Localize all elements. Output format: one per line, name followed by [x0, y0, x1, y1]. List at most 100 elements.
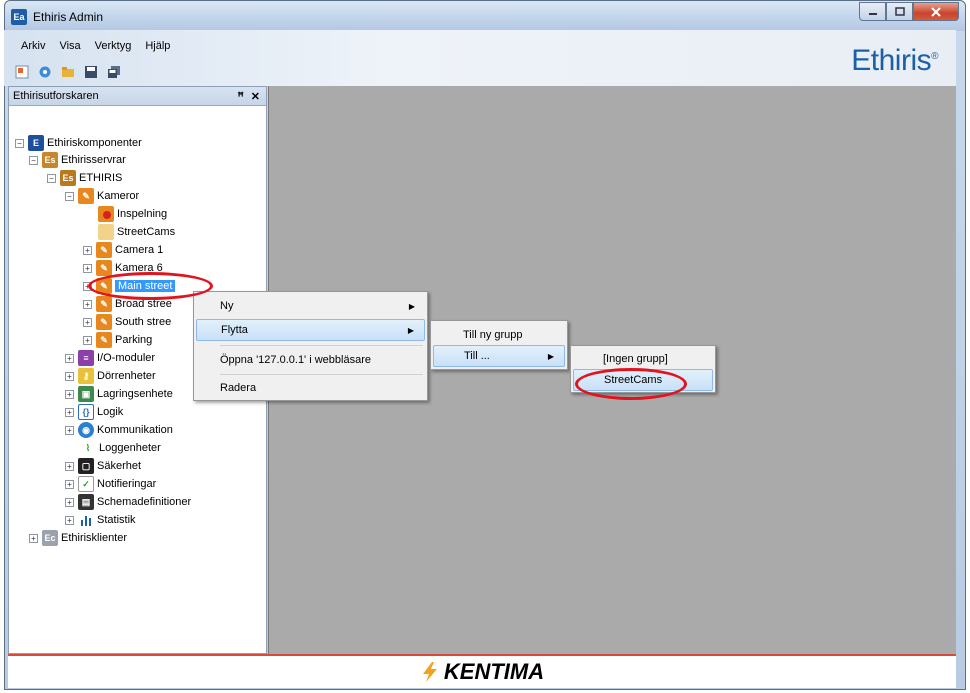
- tree-node-loggenheter[interactable]: ⌇ Loggenheter: [80, 440, 161, 456]
- menu-item-ingen-grupp[interactable]: [Ingen grupp]: [573, 348, 713, 370]
- expand-toggle-icon[interactable]: +: [83, 299, 92, 309]
- camera-icon: ✎: [96, 242, 112, 258]
- tree-node-ethiriskomponenter[interactable]: − E Ethiriskomponenter: [15, 135, 142, 151]
- expand-toggle-icon[interactable]: +: [65, 515, 74, 525]
- tree-node-io-moduler[interactable]: + ≡ I/O-moduler: [65, 350, 155, 366]
- tree-node-dorrenheter[interactable]: + ⚷ Dörrenheter: [65, 368, 156, 384]
- submenu-arrow-icon: ▶: [408, 301, 415, 311]
- storage-icon: ▣: [78, 386, 94, 402]
- expand-toggle-icon[interactable]: +: [65, 371, 74, 381]
- menu-toolbar-band: Arkiv Visa Verktyg Hjälp Ethiris®: [4, 30, 956, 86]
- tree-node-label: Säkerhet: [97, 460, 142, 472]
- pin-icon[interactable]: ꟸ: [237, 90, 243, 103]
- expand-toggle-icon[interactable]: +: [65, 461, 74, 471]
- submenu-arrow-icon: ▶: [407, 325, 414, 335]
- tree-node-lagringsenheter[interactable]: + ▣ Lagringsenhete: [65, 386, 173, 402]
- new-icon[interactable]: [14, 64, 30, 80]
- security-icon: ▢: [78, 458, 94, 474]
- menu-item-flytta[interactable]: Flytta ▶: [196, 319, 425, 341]
- collapse-toggle-icon[interactable]: −: [15, 138, 24, 148]
- camera-folder-icon: ✎: [78, 188, 94, 204]
- maximize-button[interactable]: [886, 2, 913, 21]
- close-button[interactable]: [913, 2, 959, 21]
- tree-node-notifieringar[interactable]: + ✓ Notifieringar: [65, 476, 156, 492]
- menu-item-open-browser[interactable]: Öppna '127.0.0.1' i webbläsare: [196, 349, 425, 371]
- expand-toggle-icon[interactable]: +: [83, 263, 92, 273]
- collapse-toggle-icon[interactable]: −: [29, 155, 38, 165]
- menu-item-label: Flytta: [221, 324, 248, 336]
- tree-node-kommunikation[interactable]: + ◉ Kommunikation: [65, 422, 173, 438]
- expand-toggle-icon[interactable]: +: [83, 335, 92, 345]
- menu-item-label: [Ingen grupp]: [603, 353, 668, 365]
- tree-node-schemadefinitioner[interactable]: + ▤ Schemadefinitioner: [65, 494, 191, 510]
- tree-node-ethiris-server[interactable]: − Es ETHIRIS: [47, 170, 122, 186]
- component-root-icon: E: [28, 135, 44, 151]
- menu-verktyg[interactable]: Verktyg: [88, 38, 139, 54]
- expand-toggle-icon[interactable]: +: [65, 389, 74, 399]
- menu-item-label: Till ...: [464, 350, 490, 362]
- expand-toggle-icon[interactable]: +: [65, 407, 74, 417]
- tree-node-ethirisservrar[interactable]: − Es Ethirisservrar: [29, 152, 126, 168]
- expand-toggle-icon[interactable]: +: [65, 425, 74, 435]
- window-title: Ethiris Admin: [33, 10, 104, 24]
- tree-node-camera-1[interactable]: + ✎ Camera 1: [83, 242, 163, 258]
- menu-bar: Arkiv Visa Verktyg Hjälp: [14, 38, 177, 54]
- tree-node-label: Ethirisservrar: [61, 154, 126, 166]
- panel-close-icon[interactable]: ✕: [251, 90, 260, 103]
- menu-item-till-ny-grupp[interactable]: Till ny grupp: [433, 324, 565, 346]
- tree-node-label: Statistik: [97, 514, 136, 526]
- tree-node-kameror[interactable]: − ✎ Kameror: [65, 188, 139, 204]
- tree-node-logik[interactable]: + {} Logik: [65, 404, 123, 420]
- kentima-logo: KENTIMA: [420, 659, 544, 685]
- settings-icon[interactable]: [37, 64, 53, 80]
- menu-item-till[interactable]: Till ... ▶: [433, 345, 565, 367]
- menu-hjalp[interactable]: Hjälp: [138, 38, 177, 54]
- minimize-icon: [868, 12, 877, 15]
- highlight-ring: [88, 272, 213, 300]
- tree-node-label: Kommunikation: [97, 424, 173, 436]
- title-bar[interactable]: Ea Ethiris Admin: [5, 1, 965, 31]
- expand-toggle-icon[interactable]: +: [65, 353, 74, 363]
- tree-node-ethirisklienter[interactable]: + Ec Ethirisklienter: [29, 530, 127, 546]
- menu-item-label: Ny: [220, 300, 234, 312]
- expand-toggle-icon[interactable]: +: [83, 317, 92, 327]
- lightning-icon: [422, 662, 437, 682]
- statistics-icon: [78, 512, 94, 528]
- expand-toggle-icon[interactable]: +: [83, 245, 92, 255]
- save-icon[interactable]: [83, 64, 99, 80]
- menu-arkiv[interactable]: Arkiv: [14, 38, 52, 54]
- tree-node-label: Loggenheter: [99, 442, 161, 454]
- server-icon: Es: [60, 170, 76, 186]
- highlight-ring: [575, 368, 687, 400]
- log-unit-icon: ⌇: [80, 440, 96, 456]
- tree-node-inspelning[interactable]: Inspelning: [98, 206, 167, 222]
- tree-node-label: Parking: [115, 334, 153, 346]
- expand-toggle-icon[interactable]: +: [29, 533, 38, 543]
- tree-node-south-street[interactable]: + ✎ South stree: [83, 314, 171, 330]
- expand-toggle-icon[interactable]: +: [65, 497, 74, 507]
- menu-item-label: Öppna '127.0.0.1' i webbläsare: [220, 354, 371, 366]
- save-all-icon[interactable]: [106, 64, 122, 80]
- collapse-toggle-icon[interactable]: −: [65, 191, 74, 201]
- menu-separator: [220, 374, 423, 375]
- open-folder-icon[interactable]: [60, 64, 76, 80]
- collapse-toggle-icon[interactable]: −: [47, 173, 56, 183]
- menu-visa[interactable]: Visa: [52, 38, 87, 54]
- menu-item-radera[interactable]: Radera: [196, 377, 425, 399]
- maximize-icon: [894, 7, 905, 16]
- tree-node-sakerhet[interactable]: + ▢ Säkerhet: [65, 458, 141, 474]
- expand-toggle-icon[interactable]: +: [65, 479, 74, 489]
- app-icon: Ea: [11, 9, 27, 25]
- tree-node-label: StreetCams: [117, 226, 176, 238]
- communication-icon: ◉: [78, 422, 94, 438]
- menu-item-ny[interactable]: Ny ▶: [196, 295, 425, 317]
- tree-node-statistik[interactable]: + Statistik: [65, 512, 136, 528]
- submenu-arrow-icon: ▶: [547, 351, 554, 361]
- tree-node-label: I/O-moduler: [97, 352, 156, 364]
- tree-node-streetcams[interactable]: StreetCams: [98, 224, 175, 240]
- camera-icon: ✎: [96, 332, 112, 348]
- tree-node-parking[interactable]: + ✎ Parking: [83, 332, 152, 348]
- group-folder-icon: [98, 224, 114, 240]
- client-group-icon: Ec: [42, 530, 58, 546]
- minimize-button[interactable]: [859, 2, 886, 21]
